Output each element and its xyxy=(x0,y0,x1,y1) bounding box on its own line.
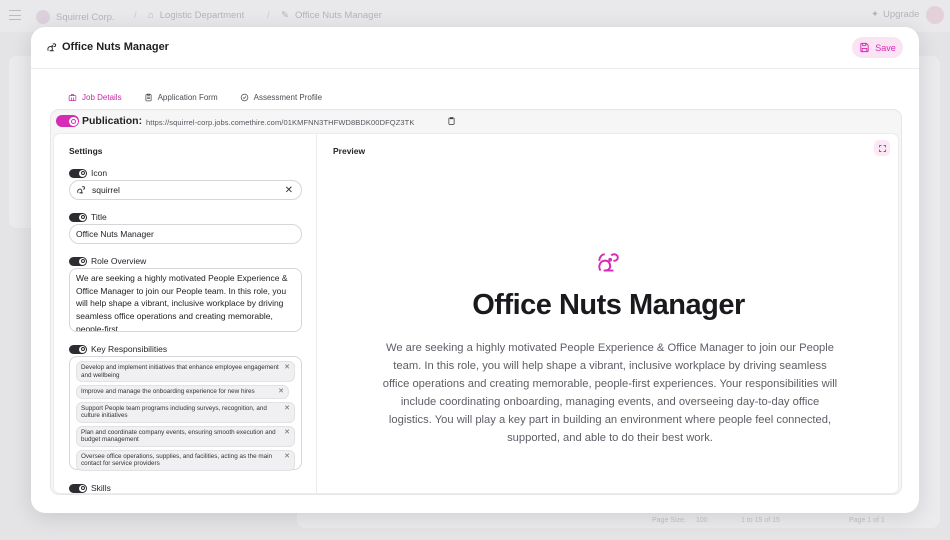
modal-title: Office Nuts Manager xyxy=(62,41,169,53)
tab-bar: Job Details Application Form Assessment … xyxy=(64,85,326,110)
job-details-frame: Publication: https://squirrel-corp.jobs.… xyxy=(50,109,902,495)
preview-panel: Preview Office Nuts Manager We are seeki… xyxy=(318,134,898,493)
clipboard-icon xyxy=(145,93,152,101)
briefcase-icon xyxy=(68,93,77,101)
settings-title: Settings xyxy=(69,146,103,156)
skills-visibility-toggle[interactable] xyxy=(69,483,87,493)
tab-assessment-profile[interactable]: Assessment Profile xyxy=(236,85,326,109)
overview-visibility-toggle[interactable] xyxy=(69,256,87,266)
eye-icon xyxy=(71,118,76,124)
eye-icon xyxy=(80,486,85,490)
preview-heading: Office Nuts Manager xyxy=(472,289,745,321)
responsibility-chip: Develop and implement initiatives that e… xyxy=(76,361,295,382)
expand-icon xyxy=(878,144,886,152)
overview-textarea[interactable]: We are seeking a highly motivated People… xyxy=(69,268,302,332)
save-button[interactable]: Save xyxy=(852,37,903,58)
responsibility-chip: Oversee office operations, supplies, and… xyxy=(76,449,295,471)
remove-icon[interactable]: ✕ xyxy=(284,429,290,437)
publication-toggle[interactable] xyxy=(56,115,79,127)
settings-panel: Settings Icon squirrel ✕ Title Office Nu… xyxy=(54,134,317,493)
eye-icon xyxy=(80,171,85,175)
preview-title: Preview xyxy=(333,146,366,156)
remove-icon[interactable]: ✕ xyxy=(284,405,290,413)
responsibility-chip: Support People team programs including s… xyxy=(76,401,295,423)
responsibilities-field-label: Key Responsibilities xyxy=(69,344,167,354)
icon-visibility-toggle[interactable] xyxy=(69,168,87,178)
job-editor-modal: Office Nuts Manager Save Job Details App… xyxy=(31,27,919,513)
responsibilities-visibility-toggle[interactable] xyxy=(69,344,87,354)
tab-application-form[interactable]: Application Form xyxy=(140,85,222,109)
publication-url[interactable]: https://squirrel-corp.jobs.comethire.com… xyxy=(146,118,414,127)
squirrel-icon xyxy=(77,186,86,194)
check-circle-icon xyxy=(240,93,248,101)
squirrel-icon xyxy=(598,253,619,272)
publication-label: Publication: xyxy=(82,115,143,127)
modal-header: Office Nuts Manager Save xyxy=(31,27,919,69)
remove-icon[interactable]: ✕ xyxy=(284,364,290,372)
icon-select[interactable]: squirrel ✕ xyxy=(69,180,302,200)
save-icon xyxy=(860,42,869,53)
expand-button[interactable] xyxy=(874,140,890,156)
title-input[interactable]: Office Nuts Manager xyxy=(69,224,302,244)
remove-icon[interactable]: ✕ xyxy=(284,453,290,461)
responsibility-chip: Plan and coordinate company events, ensu… xyxy=(76,425,295,447)
eye-icon xyxy=(80,215,85,219)
squirrel-icon xyxy=(47,43,57,52)
responsibility-chip: Improve and manage the onboarding experi… xyxy=(76,385,289,399)
title-field-label: Title xyxy=(69,212,107,222)
title-visibility-toggle[interactable] xyxy=(69,212,87,222)
responsibilities-input[interactable]: Develop and implement initiatives that e… xyxy=(69,356,302,471)
clear-icon[interactable]: ✕ xyxy=(285,185,293,196)
overview-field-label: Role Overview xyxy=(69,256,146,266)
editor-panels: Settings Icon squirrel ✕ Title Office Nu… xyxy=(53,133,899,494)
eye-icon xyxy=(80,347,85,351)
eye-icon xyxy=(80,259,85,263)
preview-body: We are seeking a highly motivated People… xyxy=(382,342,838,445)
skills-field-label: Skills xyxy=(69,483,111,493)
copy-icon[interactable] xyxy=(447,116,456,126)
tab-job-details[interactable]: Job Details xyxy=(64,85,126,110)
icon-field-label: Icon xyxy=(69,168,107,178)
remove-icon[interactable]: ✕ xyxy=(278,388,284,396)
